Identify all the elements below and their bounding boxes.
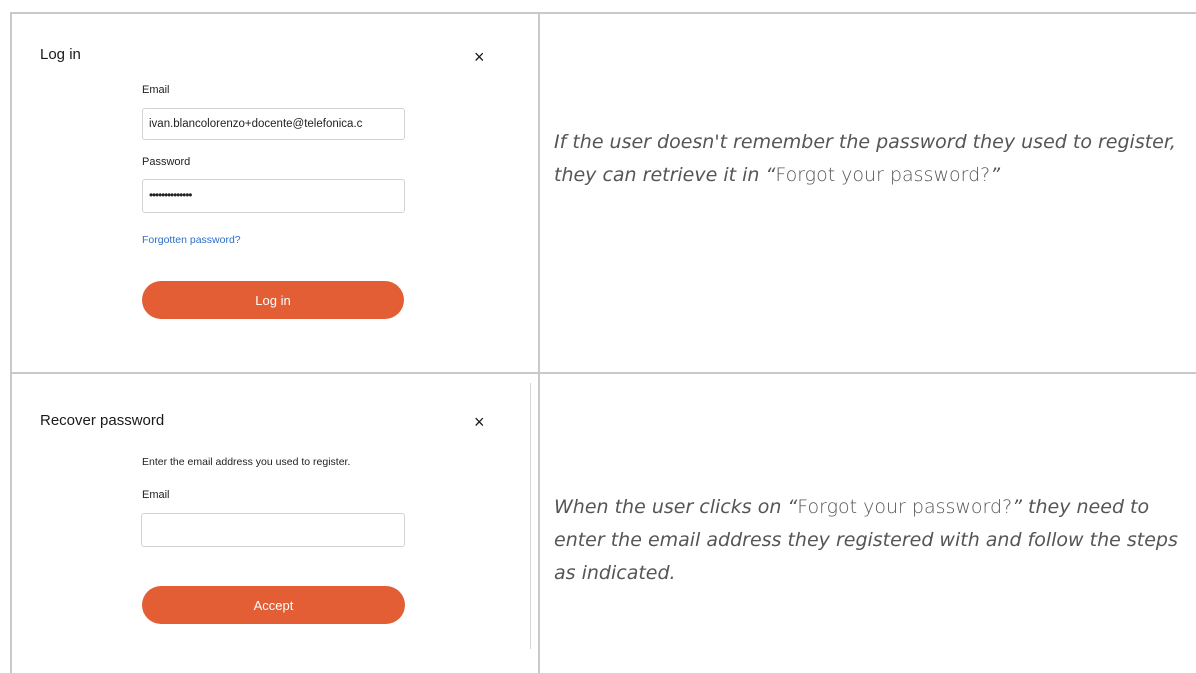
accept-button[interactable]: Accept xyxy=(142,586,405,624)
login-description: If the user doesn't remember the passwor… xyxy=(554,126,1184,192)
recover-modal-title: Recover password xyxy=(40,412,165,429)
table-column-divider xyxy=(538,12,540,673)
login-modal-title: Log in xyxy=(40,46,81,63)
recover-description: When the user clicks on “Forgot your pas… xyxy=(554,491,1184,590)
login-email-input[interactable] xyxy=(142,108,405,140)
recover-description-quoted: Forgot your password? xyxy=(797,496,1013,518)
login-password-input[interactable] xyxy=(142,179,405,213)
recover-email-input[interactable] xyxy=(141,513,405,547)
login-modal: Log in × Email Password Forgotten passwo… xyxy=(12,14,538,372)
recover-modal: Recover password × Enter the email addre… xyxy=(12,374,538,673)
recover-email-label: Email xyxy=(142,489,170,501)
login-email-label: Email xyxy=(142,84,170,96)
login-password-label: Password xyxy=(142,156,191,168)
login-button[interactable]: Log in xyxy=(142,281,404,319)
login-description-quoted: Forgot your password? xyxy=(775,164,991,186)
login-close-icon[interactable]: × xyxy=(474,48,485,66)
recover-instruction: Enter the email address you used to regi… xyxy=(142,456,351,468)
forgot-password-link[interactable]: Forgotten password? xyxy=(142,234,241,246)
recover-close-icon[interactable]: × xyxy=(474,413,485,431)
login-description-end: ” xyxy=(990,164,1001,186)
recover-description-text: When the user clicks on “ xyxy=(554,496,798,518)
